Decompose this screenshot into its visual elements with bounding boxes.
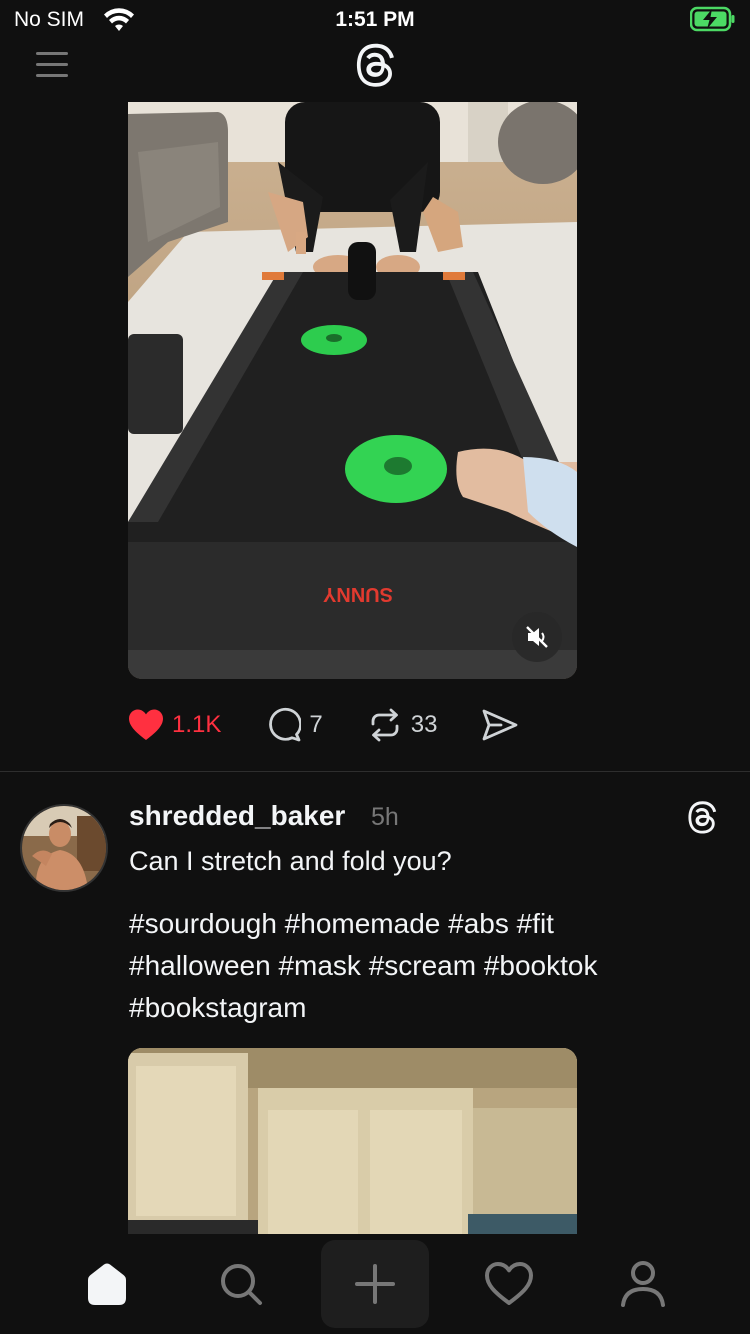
send-icon (483, 709, 518, 741)
home-icon (88, 1263, 126, 1305)
battery-charging-icon (690, 6, 735, 32)
repost-button[interactable]: 33 (367, 707, 438, 743)
reply-count: 7 (309, 711, 323, 738)
post-hashtags[interactable]: #sourdough #homemade #abs #fit #hallowee… (129, 903, 689, 1029)
like-button[interactable]: 1.1K (128, 708, 221, 742)
tab-search[interactable] (207, 1250, 275, 1318)
avatar[interactable] (20, 804, 108, 892)
comment-icon (269, 707, 302, 742)
search-icon (221, 1264, 262, 1305)
tab-home[interactable] (73, 1250, 141, 1318)
mute-button[interactable] (512, 612, 562, 662)
post-text: Can I stretch and fold you? (129, 846, 452, 876)
speaker-muted-icon (526, 626, 548, 648)
media-brand-text: SUNNY (322, 583, 393, 605)
tab-create[interactable] (321, 1240, 429, 1328)
repost-count: 33 (410, 711, 438, 738)
reply-button[interactable]: 7 (265, 707, 323, 743)
heart-filled-icon (129, 709, 163, 740)
status-bar: No SIM 1:51 PM (0, 0, 750, 40)
post-timestamp: 5h (371, 803, 399, 831)
post-video[interactable]: SUNNY (128, 102, 577, 679)
post-video-2[interactable] (128, 1048, 577, 1248)
menu-icon[interactable] (36, 52, 68, 77)
create-icon (355, 1264, 395, 1304)
tab-profile[interactable] (609, 1250, 677, 1318)
tab-activity[interactable] (475, 1250, 543, 1318)
like-count: 1.1K (172, 711, 222, 738)
video-frame-image-2 (128, 1048, 577, 1248)
profile-icon (621, 1261, 665, 1307)
threads-logo-icon[interactable] (351, 42, 399, 90)
post-divider (0, 771, 750, 772)
repost-icon (371, 708, 399, 742)
tab-bar (0, 1234, 750, 1334)
post-username[interactable]: shredded_baker (129, 800, 345, 832)
post-actions: 1.1K 7 33 (128, 704, 563, 746)
threads-logo-small-icon[interactable] (684, 800, 720, 836)
status-time: 1:51 PM (335, 8, 415, 31)
video-frame-image: SUNNY (128, 102, 577, 679)
heart-icon (485, 1262, 533, 1305)
avatar-image (22, 806, 106, 890)
share-button[interactable] (481, 707, 519, 743)
